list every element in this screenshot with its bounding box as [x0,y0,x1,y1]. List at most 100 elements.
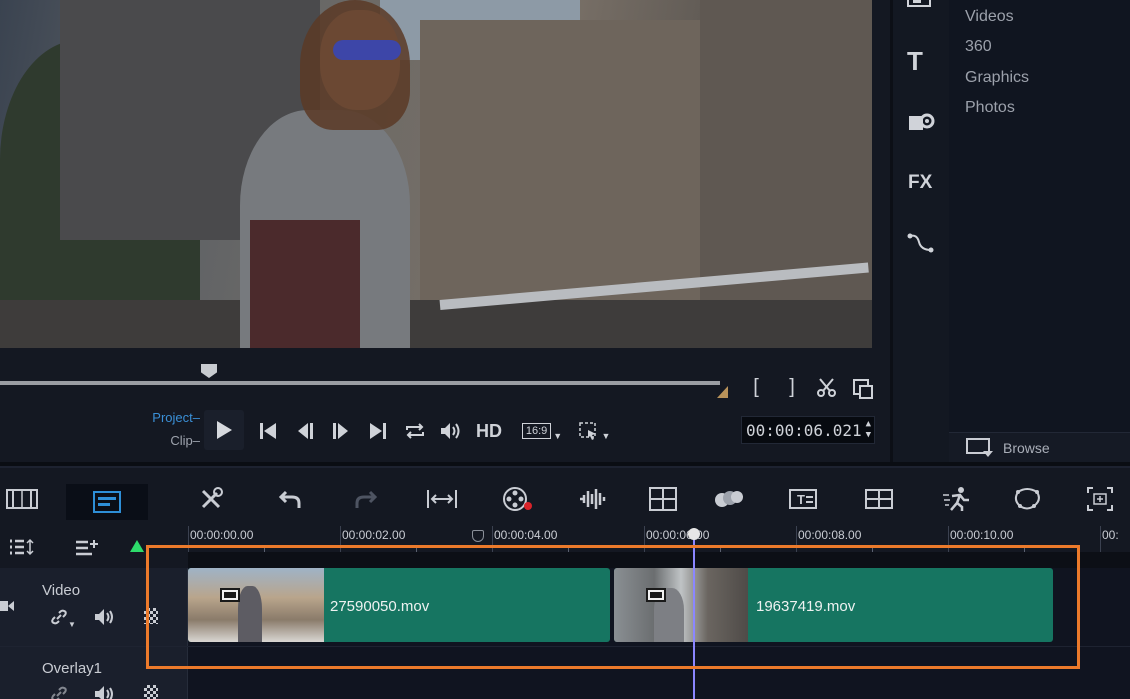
track-header-toolbar [0,526,188,568]
hd-preview-button[interactable]: HD [472,418,506,444]
undo-button[interactable] [274,486,306,512]
sound-mixer-button[interactable] [576,486,610,512]
motion-tracking-button[interactable] [940,486,974,512]
ruler-minor-tick [264,546,265,552]
stepper-up-icon[interactable]: ▲ [866,419,871,430]
timeline-ruler[interactable]: 00:00:00.00 00:00:02.00 00:00:04.00 00:0… [188,526,1130,552]
title-icon[interactable]: T [907,46,923,77]
timeline-toolbar: T [0,466,1130,526]
crop-icon [578,422,596,440]
timecode-stepper[interactable]: ▲ ▼ [866,419,871,441]
ruler-minor-tick [416,546,417,552]
category-photos[interactable]: Photos [965,99,1015,117]
person-scarf [250,220,360,348]
split-screen-icon [865,489,893,509]
subtitle-icon: T [789,489,817,509]
redo-button[interactable] [350,486,382,512]
speaker-icon [95,609,113,625]
ruler-major-tick [796,526,797,552]
chevron-down-icon: ▼ [553,431,563,441]
repeat-icon [406,423,424,439]
aspect-ratio-dropdown[interactable]: 16:9 ▼ [518,418,566,444]
add-track-button[interactable] [74,538,100,561]
ruler-major-tick [948,526,949,552]
browse-button[interactable]: Browse [949,432,1130,462]
mark-out-button[interactable]: ] [780,376,804,399]
project-mode-label[interactable]: Project– [120,410,200,425]
multi-camera-button[interactable] [646,486,680,512]
project-label-text: Project [152,410,193,425]
track-name: Video [42,582,81,599]
running-figure-icon [943,487,969,511]
next-frame-button[interactable] [328,418,352,444]
split-screen-button[interactable] [862,486,896,512]
ruler-label: 00:00:02.00 [342,528,406,542]
transition-icon[interactable] [907,110,937,139]
previous-frame-button[interactable] [294,418,318,444]
chevron-down-icon: ▼ [68,620,76,629]
media-icon[interactable] [907,0,933,10]
fx-icon[interactable]: FX [908,172,932,194]
stepper-down-icon[interactable]: ▼ [866,430,871,441]
step-back-icon [298,423,313,439]
tools-button[interactable] [196,486,228,512]
motion-path-icon[interactable] [907,232,935,259]
path-tool-button[interactable] [1010,486,1044,512]
enlarge-preview-button[interactable] [851,378,875,406]
track-name: Overlay1 [42,660,103,677]
home-button[interactable] [256,418,280,444]
resize-options-dropdown[interactable]: ▼ [574,418,614,444]
overlay-track-header: Overlay1 [0,647,188,699]
category-videos[interactable]: Videos [965,8,1014,26]
film-strip-icon [6,489,38,509]
category-graphics[interactable]: Graphics [965,69,1029,87]
storyboard-view-button[interactable] [4,486,40,512]
category-360[interactable]: 360 [965,38,992,56]
transparency-icon[interactable] [144,685,158,699]
browse-icon [966,438,993,457]
playhead-line[interactable] [693,530,695,699]
timeline-clip[interactable]: 27590050.mov [188,568,610,642]
audio-wave-icon [580,489,606,509]
chapter-marker-icon[interactable] [472,530,484,542]
volume-button[interactable] [438,418,464,444]
ripple-marker-icon[interactable] [130,540,144,552]
transparency-icon[interactable] [144,608,158,624]
mark-in-button[interactable]: [ [744,376,768,399]
track-mute-button[interactable] [94,685,116,699]
clip-thumb-figure [238,586,262,642]
overlay-track[interactable]: Overlay1 [0,646,1130,699]
multi-cam-icon [649,487,677,511]
timecode-field[interactable]: 00:00:06.021 ▲ ▼ [741,416,875,444]
redo-icon [355,490,378,508]
ruler-label: 00:00:00.00 [190,528,254,542]
play-button[interactable] [204,410,244,450]
scrub-bar[interactable] [0,381,720,385]
fit-width-icon [427,490,457,508]
subtitle-editor-button[interactable]: T [786,486,820,512]
record-capture-button[interactable] [500,486,536,512]
skip-end-icon [370,423,386,439]
video-preview[interactable] [0,0,872,348]
mask-icon [715,491,743,507]
timeline-view-button[interactable] [66,484,148,520]
timeline-clip[interactable]: 19637419.mov [614,568,1053,642]
track-list-icon [10,538,34,556]
track-mute-button[interactable] [94,608,116,631]
fit-project-button[interactable] [424,486,460,512]
scrub-thumb[interactable] [201,364,217,378]
link-dropdown[interactable]: ▼ [50,608,76,629]
split-clip-button[interactable] [815,377,839,405]
mask-creator-button[interactable] [712,486,746,512]
track-manager-button[interactable] [8,538,34,561]
ruler-minor-tick [720,546,721,552]
playhead-handle[interactable] [688,528,700,540]
link-dropdown[interactable] [50,685,68,699]
repeat-button[interactable] [402,418,428,444]
end-button[interactable] [366,418,390,444]
pan-zoom-icon [1087,487,1113,511]
pan-zoom-button[interactable] [1084,486,1116,512]
ground [0,300,872,348]
library-icon-strip: T FX [893,0,949,462]
clip-mode-label[interactable]: Clip– [120,433,200,448]
